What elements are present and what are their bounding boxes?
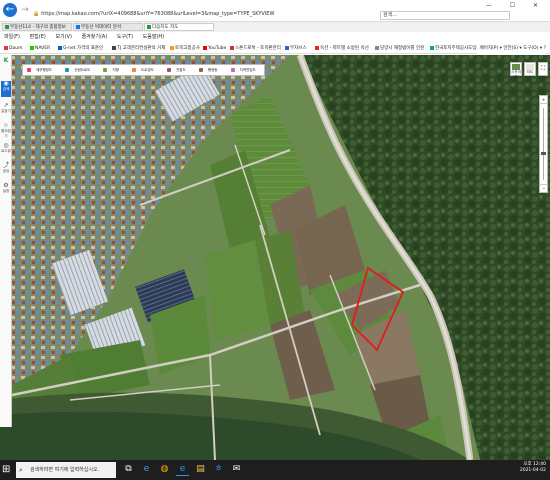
layer-6[interactable]: 지적편집도	[230, 65, 260, 75]
tab-2-active[interactable]: 다음지도 지도	[144, 23, 214, 31]
skyview-button[interactable]: 스카이뷰	[510, 62, 522, 79]
menu-help[interactable]: 도움말(H)	[143, 34, 164, 40]
fav-8[interactable]: 옥션 - 파트별 소방된 옥선	[315, 43, 369, 53]
windows-taskbar: ⊞ ⌕ 검색하려면 여기에 입력하십시오. ⧉ e ◍ e ▤ ㅎ ✉ 오후 12…	[0, 460, 550, 480]
tab-favicon-icon	[147, 24, 151, 29]
explorer-icon[interactable]: ▤	[194, 463, 207, 476]
map-type-button[interactable]: 지도	[524, 62, 536, 76]
map-side-panel: K ◉ 검색 ↗ 길찾기 ☆ 즐겨찾기 ◎ 로드뷰 ⤴ 공유 ⚙ 설정	[0, 55, 12, 427]
fav-icon	[375, 45, 379, 50]
zoom-out-button[interactable]: −	[540, 184, 547, 192]
layer-icon	[198, 68, 203, 72]
satellite-map[interactable]	[0, 55, 550, 460]
tab-favicon-icon	[76, 24, 80, 29]
logo-icon[interactable]: K	[1, 58, 11, 64]
layer-icon	[103, 68, 108, 72]
url-field[interactable]: 🔒 https://map.kakao.com/?urlX=409688&urlY…	[33, 11, 333, 20]
browser-search-input[interactable]: 검색...	[380, 11, 510, 20]
favorites-bar: Daum NAVER G-net 가격의 표준인 TJ 고객관리컨설판의 거제 …	[0, 43, 550, 54]
fav-3[interactable]: TJ 고객관리컨설판의 거제	[112, 43, 165, 53]
ie-icon[interactable]: e	[176, 463, 189, 476]
fav-icon	[285, 45, 289, 50]
windows-start-icon[interactable]: ⊞	[2, 464, 14, 476]
fav-icon	[430, 45, 434, 50]
fav-icon	[30, 45, 34, 50]
task-view-icon[interactable]: ⧉	[122, 463, 135, 476]
tab-strip: 부동산114 - 대구의 종합정보 부동산 빅데이터 분석 다음지도 지도	[0, 22, 550, 32]
address-bar: ← → 🔒 https://map.kakao.com/?urlX=409688&…	[0, 0, 550, 22]
system-tray[interactable]: 오후 12:40 2021-04-02	[520, 462, 546, 474]
menu-tools[interactable]: 도구(T)	[117, 34, 133, 40]
youtube-icon	[203, 45, 207, 50]
layer-4[interactable]: 진찰도	[167, 65, 190, 75]
search-icon: ⌕	[19, 466, 23, 474]
fullscreen-button[interactable]: ⛶	[538, 62, 548, 76]
layer-icon	[230, 68, 235, 72]
panel-settings[interactable]: ⚙ 설정	[1, 183, 11, 194]
panel-search[interactable]: ◉ 검색	[1, 81, 11, 97]
zoom-track	[543, 108, 544, 180]
page-menu[interactable]: 페이지(P) ▾	[480, 46, 502, 51]
zoom-slider[interactable]	[540, 104, 547, 184]
fav-icon	[315, 45, 319, 50]
layer-icon	[65, 68, 70, 72]
panel-favorite[interactable]: ☆ 즐겨찾기	[1, 123, 11, 139]
menu-favorites[interactable]: 즐겨찾기(A)	[82, 34, 108, 40]
layer-5[interactable]: 행정동	[198, 65, 222, 75]
panel-roadview[interactable]: ◎ 로드뷰	[1, 143, 11, 154]
zoom-control: + −	[539, 95, 548, 193]
hancom-icon[interactable]: ㅎ	[212, 463, 225, 476]
menu-bar: 파일(F) 편집(E) 보기(V) 즐겨찾기(A) 도구(T) 도움말(H)	[0, 33, 550, 42]
fav-10[interactable]: 한국토지주택공사도입정	[430, 43, 481, 53]
fav-icon	[170, 45, 174, 50]
zoom-handle[interactable]	[541, 152, 546, 155]
fav-0[interactable]: Daum	[4, 43, 22, 53]
fav-6[interactable]: 스톤드로톡 - 토목판관리	[230, 43, 281, 53]
fav-icon	[58, 45, 62, 50]
fav-1[interactable]: NAVER	[30, 43, 50, 53]
clock-date: 2021-04-02	[519, 468, 546, 473]
tab-0[interactable]: 부동산114 - 대구의 종합정보	[2, 23, 72, 31]
tab-1[interactable]: 부동산 빅데이터 분석	[73, 23, 143, 31]
fullscreen-icon: ⛶	[540, 65, 546, 72]
zoom-in-button[interactable]: +	[540, 96, 547, 104]
chrome-icon[interactable]: ◍	[158, 463, 171, 476]
fav-4[interactable]: 토목고층공사	[170, 43, 200, 53]
forward-button[interactable]: →	[20, 5, 30, 15]
layer-3[interactable]: 도로경도	[132, 65, 158, 75]
panel-route[interactable]: ↗ 길찾기	[1, 103, 11, 114]
layer-icon	[167, 68, 172, 72]
url-text: https://map.kakao.com/?urlX=409688&urlY=…	[41, 11, 275, 17]
edge-icon[interactable]: e	[140, 463, 153, 476]
back-button[interactable]: ←	[3, 3, 17, 17]
fav-7[interactable]: 무자브스	[285, 43, 307, 53]
menu-view[interactable]: 보기(V)	[55, 34, 72, 40]
layer-0[interactable]: 세부행정도	[27, 65, 56, 75]
map-layer-toolbar: 세부행정도 산림도로도 지형 도로경도 진찰도 행정동 지적편집도	[22, 64, 265, 76]
layer-2[interactable]: 지형	[103, 65, 122, 75]
lock-icon: 🔒	[33, 11, 40, 17]
fav-icon	[112, 45, 116, 50]
menu-edit[interactable]: 편집(E)	[30, 34, 46, 40]
command-bar: 페이지(P) ▾ 안전(S) ▾ 도구(O) ▾ ?	[476, 43, 546, 54]
taskbar-search-input[interactable]: ⌕ 검색하려면 여기에 입력하십시오.	[16, 462, 116, 478]
window-controls[interactable]: — ☐ ✕	[486, 2, 546, 9]
tools-menu[interactable]: 도구(O) ▾	[523, 46, 542, 51]
help-icon[interactable]: ?	[544, 46, 546, 51]
fav-icon	[4, 45, 8, 50]
menu-file[interactable]: 파일(F)	[4, 34, 20, 40]
panel-share[interactable]: ⤴ 공유	[1, 163, 11, 174]
fav-9[interactable]: 당양시 재정법이를 인천	[375, 43, 424, 53]
layer-1[interactable]: 산림도로도	[65, 65, 94, 75]
fav-5[interactable]: YouTube	[203, 43, 226, 53]
safety-menu[interactable]: 안전(S) ▾	[503, 46, 521, 51]
layer-icon	[132, 68, 137, 72]
mail-icon[interactable]: ✉	[230, 463, 243, 476]
fav-icon	[230, 45, 234, 50]
aerial-imagery	[0, 55, 550, 460]
tab-favicon-icon	[5, 24, 9, 29]
fav-2[interactable]: G-net 가격의 표준인	[58, 43, 103, 53]
layer-icon	[27, 68, 31, 72]
